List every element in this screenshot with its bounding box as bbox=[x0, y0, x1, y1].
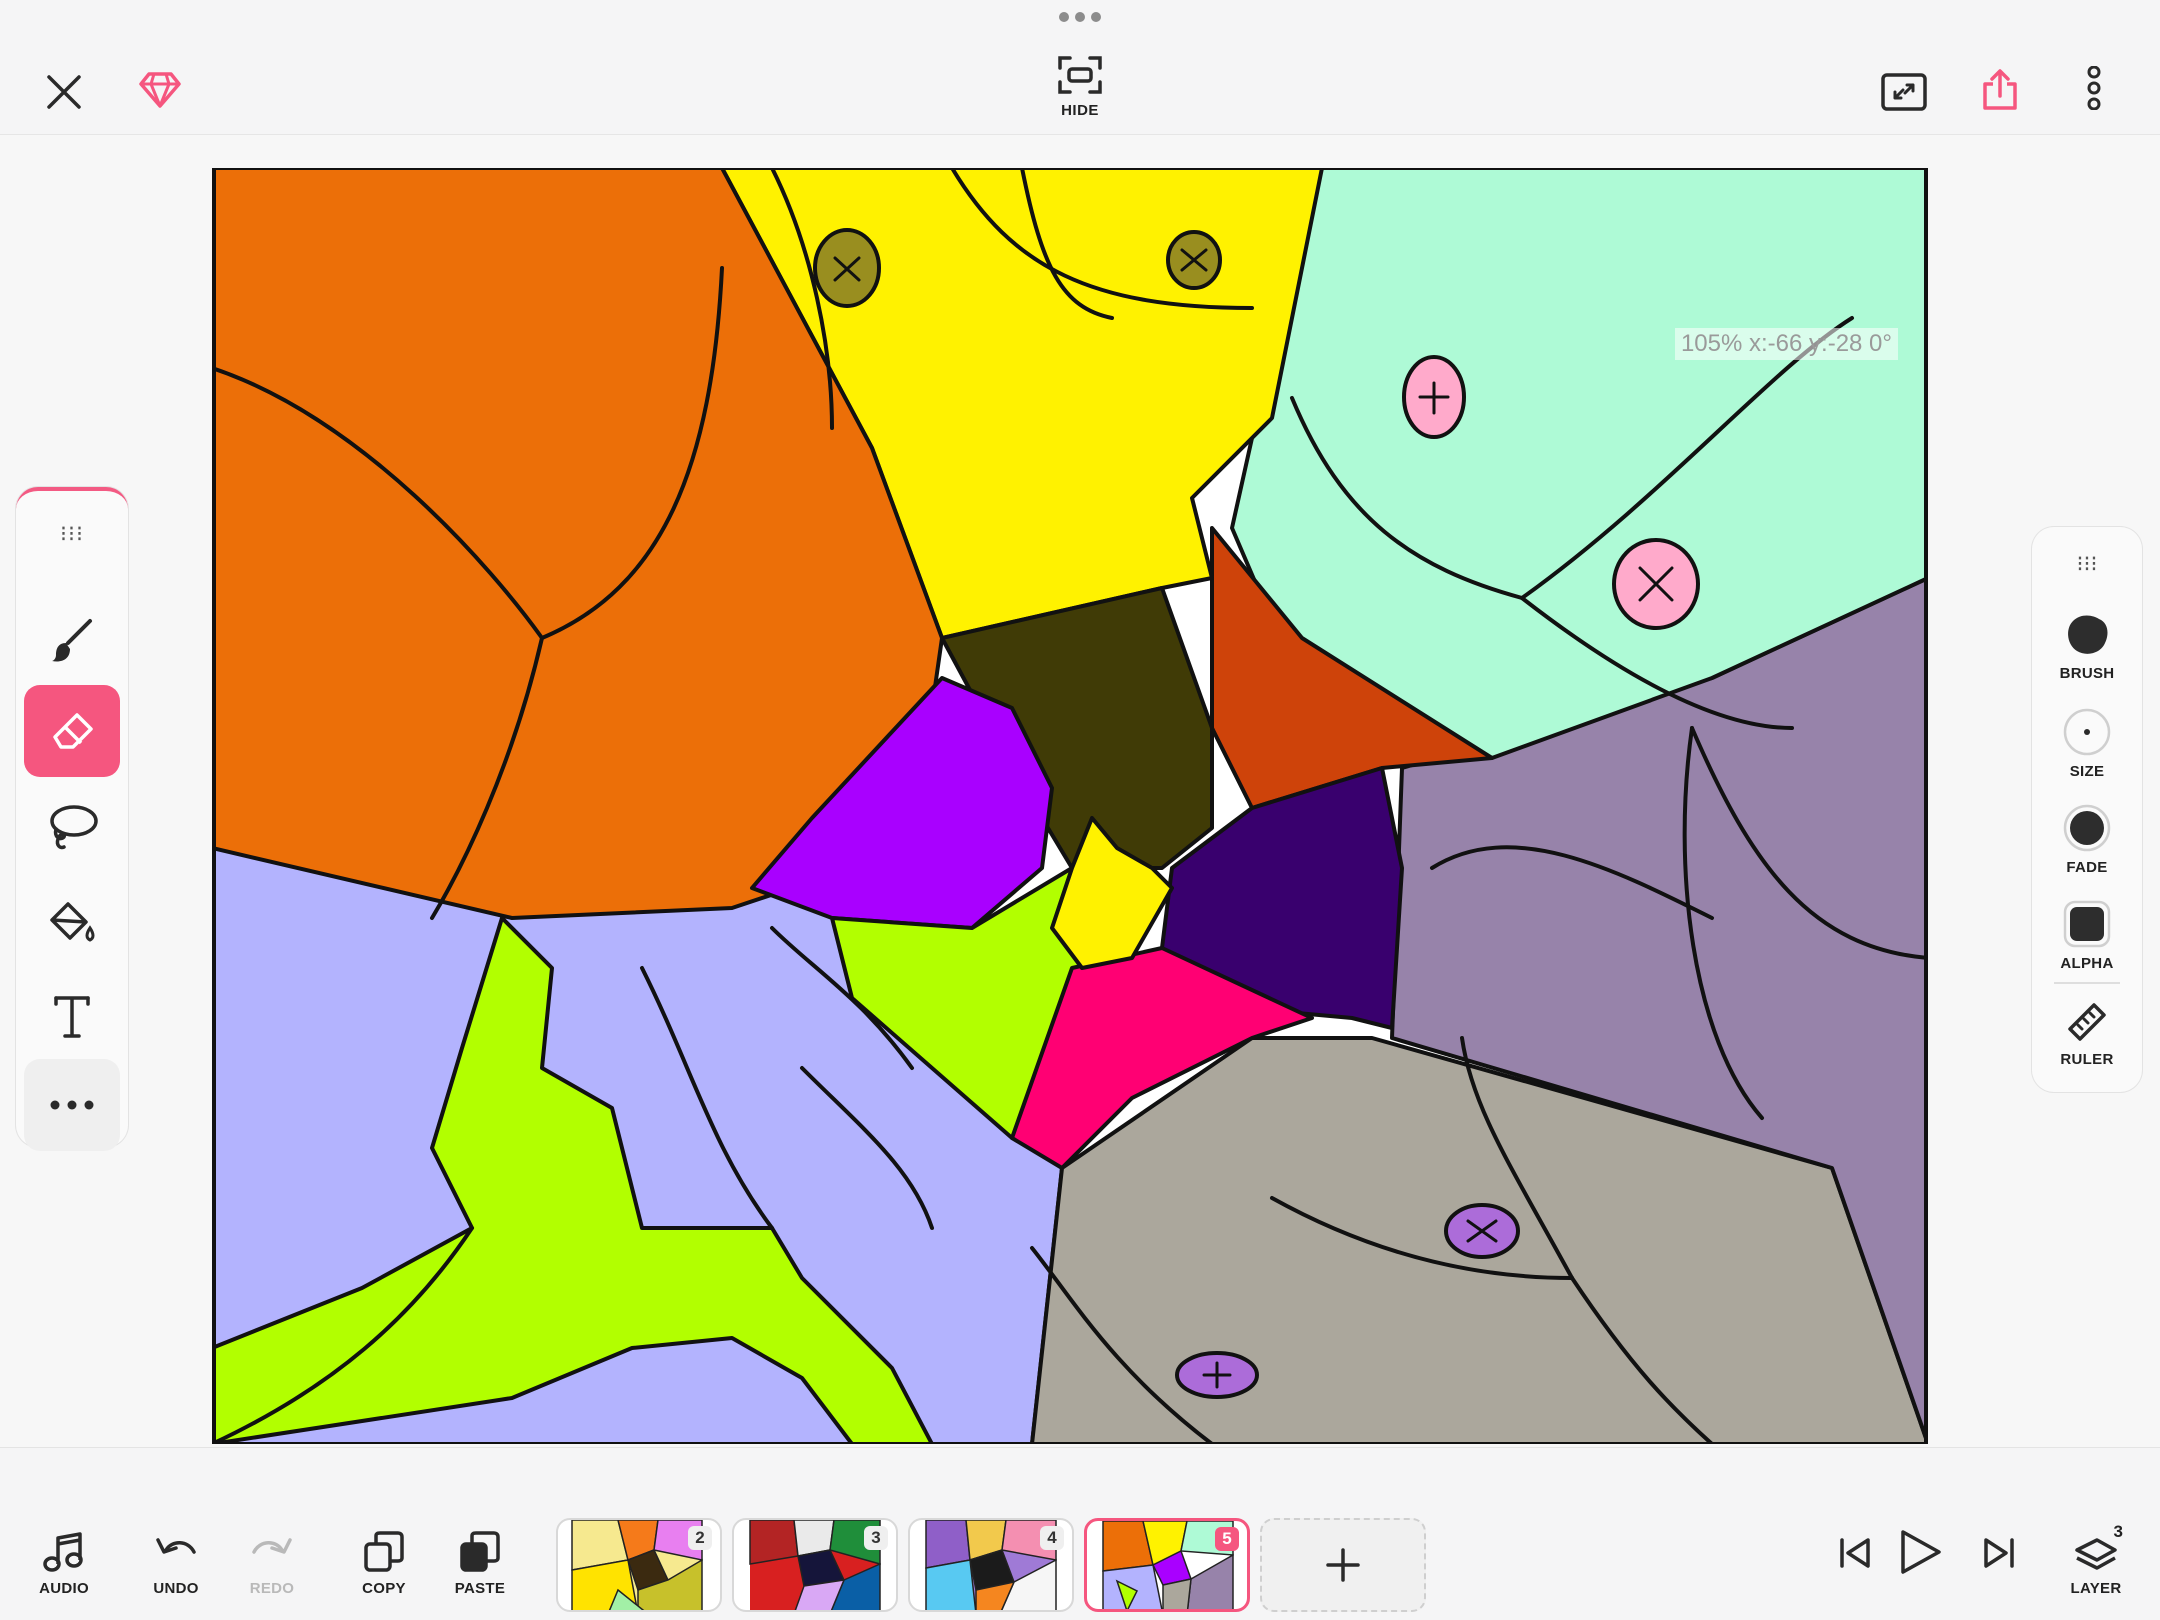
frame-number: 5 bbox=[1215, 1527, 1239, 1551]
ruler-control[interactable]: RULER bbox=[2032, 999, 2142, 1068]
brush-tool-button[interactable] bbox=[24, 595, 120, 687]
size-dot-icon bbox=[2063, 708, 2111, 756]
top-toolbar: HIDE bbox=[0, 0, 2160, 135]
frame-number: 4 bbox=[1040, 1526, 1064, 1550]
eraser-icon bbox=[53, 713, 93, 749]
copy-icon bbox=[364, 1531, 404, 1572]
brush-icon bbox=[52, 619, 92, 662]
size-label: SIZE bbox=[2069, 763, 2105, 780]
close-icon[interactable] bbox=[40, 68, 88, 116]
text-tool-icon bbox=[54, 996, 90, 1038]
last-frame-button[interactable] bbox=[1954, 1534, 2046, 1572]
alpha-label: ALPHA bbox=[2060, 955, 2114, 972]
hide-button[interactable]: HIDE bbox=[1040, 54, 1120, 128]
skip-end-icon bbox=[1984, 1538, 2014, 1568]
redo-button[interactable]: REDO bbox=[226, 1530, 318, 1597]
fade-circle-icon bbox=[2063, 804, 2111, 852]
fill-tool-button[interactable] bbox=[24, 877, 120, 969]
frame-thumbnail-active[interactable]: 5 bbox=[1084, 1518, 1250, 1612]
music-note-icon bbox=[43, 1532, 83, 1572]
undo-button[interactable]: UNDO bbox=[130, 1530, 222, 1597]
drawing-canvas[interactable]: 105% x:-66 y:-28 0° bbox=[212, 168, 1928, 1444]
lasso-tool-button[interactable] bbox=[24, 781, 120, 873]
brush-selector[interactable]: BRUSH bbox=[2032, 613, 2142, 682]
brush-settings-panel: ⁝⁝⁝ BRUSH SIZE FADE ALPHA RULER bbox=[2032, 527, 2142, 1092]
diamond-icon[interactable] bbox=[136, 66, 184, 114]
panel-divider bbox=[2054, 982, 2120, 984]
more-tools-button[interactable] bbox=[24, 1059, 120, 1151]
more-horizontal-icon bbox=[50, 1100, 94, 1110]
text-tool-button[interactable] bbox=[24, 971, 120, 1063]
size-control[interactable]: SIZE bbox=[2032, 707, 2142, 780]
frame-thumbnail[interactable]: 4 bbox=[908, 1518, 1074, 1612]
ruler-icon bbox=[2068, 1003, 2106, 1041]
hide-frame-icon bbox=[1058, 56, 1102, 94]
alpha-control[interactable]: ALPHA bbox=[2032, 899, 2142, 972]
play-button[interactable] bbox=[1874, 1528, 1966, 1576]
bottom-toolbar: AUDIO UNDO REDO COPY PASTE 3 LAYER bbox=[0, 1447, 2160, 1620]
brush-shape-icon bbox=[2068, 615, 2108, 654]
frame-thumbnail[interactable]: 2 bbox=[556, 1518, 722, 1612]
plus-icon bbox=[1326, 1548, 1360, 1582]
fade-label: FADE bbox=[2066, 859, 2108, 876]
play-icon bbox=[1901, 1530, 1941, 1574]
copy-label: COPY bbox=[362, 1580, 406, 1597]
zoom-position-readout: 105% x:-66 y:-28 0° bbox=[1674, 328, 1898, 360]
paste-label: PASTE bbox=[454, 1580, 506, 1597]
frame-number: 3 bbox=[864, 1526, 888, 1550]
undo-label: UNDO bbox=[153, 1580, 199, 1597]
frame-number: 2 bbox=[688, 1526, 712, 1550]
fade-control[interactable]: FADE bbox=[2032, 803, 2142, 876]
palette-grip-icon[interactable]: ⁝⁝⁝ bbox=[16, 521, 128, 547]
audio-label: AUDIO bbox=[39, 1580, 89, 1597]
fill-bucket-icon bbox=[50, 902, 95, 942]
share-icon[interactable] bbox=[1976, 64, 2024, 116]
frame-thumbnail[interactable]: 3 bbox=[732, 1518, 898, 1612]
ruler-label: RULER bbox=[2060, 1051, 2114, 1068]
undo-icon bbox=[156, 1538, 196, 1554]
paste-button[interactable]: PASTE bbox=[434, 1530, 526, 1597]
layer-count: 3 bbox=[2113, 1522, 2123, 1541]
alpha-swatch-icon bbox=[2063, 900, 2111, 948]
skip-start-icon bbox=[1840, 1538, 1870, 1568]
drawing-artwork bbox=[212, 168, 1928, 1444]
brush-label: BRUSH bbox=[2059, 665, 2115, 682]
eraser-tool-button[interactable] bbox=[24, 685, 120, 777]
drag-handle-dots-icon[interactable] bbox=[1056, 12, 1104, 26]
paste-icon bbox=[460, 1531, 500, 1572]
more-vertical-icon[interactable] bbox=[2076, 64, 2112, 112]
audio-button[interactable]: AUDIO bbox=[18, 1530, 110, 1597]
layer-label: LAYER bbox=[2070, 1580, 2122, 1597]
tool-palette: ⁝⁝⁝ bbox=[16, 487, 128, 1151]
lasso-icon bbox=[50, 805, 98, 850]
add-frame-button[interactable] bbox=[1260, 1518, 1426, 1612]
redo-label: REDO bbox=[249, 1580, 295, 1597]
layer-button[interactable]: 3 LAYER bbox=[2050, 1522, 2142, 1597]
panel-grip-icon[interactable]: ⁝⁝⁝ bbox=[2032, 551, 2142, 577]
redo-icon bbox=[252, 1538, 292, 1554]
copy-button[interactable]: COPY bbox=[338, 1530, 430, 1597]
fullscreen-icon[interactable] bbox=[1880, 68, 1928, 116]
hide-label: HIDE bbox=[1061, 102, 1099, 119]
